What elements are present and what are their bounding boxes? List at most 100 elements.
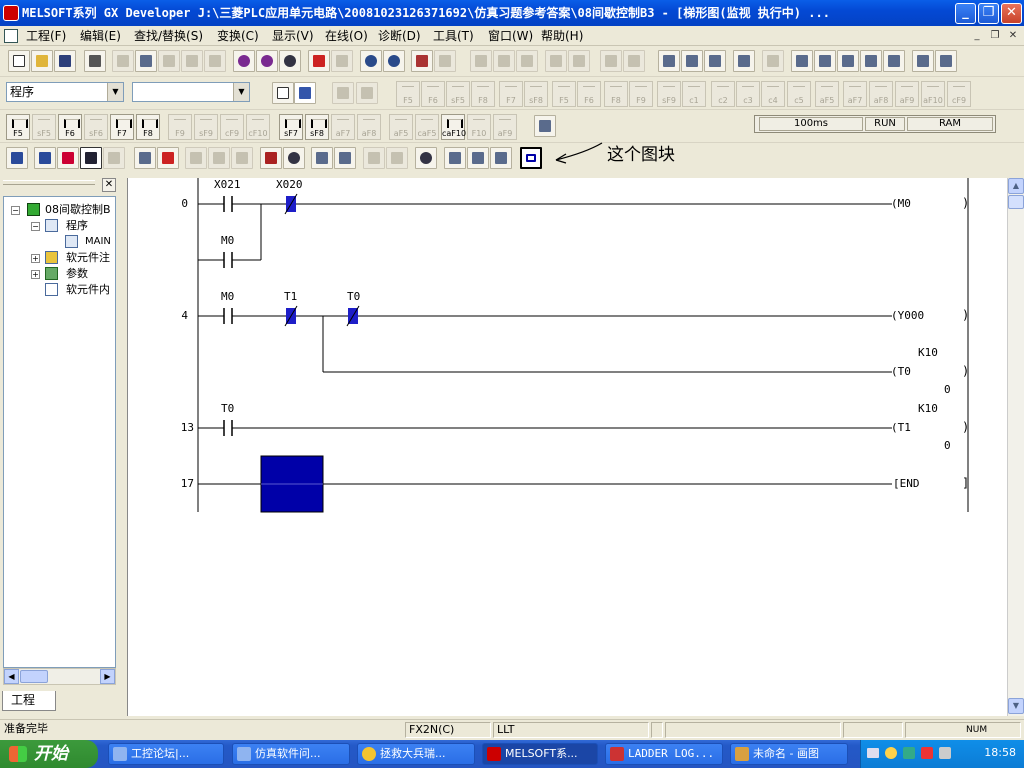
toolbar-r4-13-icon[interactable]: [311, 147, 333, 169]
fkey-r2-11[interactable]: c1: [682, 81, 706, 107]
copy-icon[interactable]: [135, 50, 157, 72]
task-sim-software[interactable]: 仿真软件问...: [232, 743, 350, 765]
write-plc-icon[interactable]: [308, 50, 330, 72]
read-plc-icon[interactable]: [331, 50, 353, 72]
toolbar-ext-1-icon[interactable]: [470, 50, 492, 72]
tree-main[interactable]: MAIN: [85, 235, 111, 249]
fkey-r3-2[interactable]: F6: [58, 114, 82, 140]
toolbar-r4-20-icon[interactable]: [490, 147, 512, 169]
toolbar-r4-7-icon[interactable]: [157, 147, 179, 169]
menu-view[interactable]: 显示(V): [272, 28, 314, 44]
toolbar-ext-5-icon[interactable]: [568, 50, 590, 72]
close-button[interactable]: ✕: [1001, 3, 1022, 24]
paste-icon[interactable]: [158, 50, 180, 72]
menu-tools[interactable]: 工具(T): [433, 28, 474, 44]
ladder-diagram[interactable]: 0 X021 X020 (M0 ) M0 4 M0 T1 T0 (Y000 ): [127, 178, 1007, 716]
task-paint[interactable]: 未命名 - 画图: [730, 743, 848, 765]
toolbar-ext-13-icon[interactable]: [791, 50, 813, 72]
fkey-r3-7[interactable]: sF9: [194, 114, 218, 140]
menu-project[interactable]: 工程(F): [26, 28, 66, 44]
mdi-minimize-button[interactable]: _: [970, 29, 984, 43]
keyboard-icon[interactable]: [867, 748, 879, 758]
toolbar-ext-17-icon[interactable]: [883, 50, 905, 72]
toolbar-r4-14-icon[interactable]: [334, 147, 356, 169]
scroll-down-icon[interactable]: ▼: [1008, 698, 1024, 714]
fkey-r2-2[interactable]: sF5: [446, 81, 470, 107]
program-combo[interactable]: 程序 ▼: [6, 82, 124, 102]
toolbar-ext-14-icon[interactable]: [814, 50, 836, 72]
transfer-icon[interactable]: [534, 115, 556, 137]
comment-edit-icon[interactable]: [272, 82, 294, 104]
task-forum[interactable]: 工控论坛|...: [108, 743, 224, 765]
toolbar-r4-5-icon[interactable]: [103, 147, 125, 169]
toolbar-r4-6-icon[interactable]: [134, 147, 156, 169]
fkey-r2-8[interactable]: F8: [604, 81, 628, 107]
toolbar-ext-8-icon[interactable]: [658, 50, 680, 72]
ladder-canvas[interactable]: 0 X021 X020 (M0 ) M0 4 M0 T1 T0 (Y000 ): [128, 178, 1008, 716]
toolbar-r4-17-icon[interactable]: [415, 147, 437, 169]
fkey-r2-14[interactable]: c4: [761, 81, 785, 107]
scroll-right-icon[interactable]: ▶: [100, 669, 115, 684]
fkey-r3-9[interactable]: cF10: [246, 114, 270, 140]
monitor-stop-icon[interactable]: [383, 50, 405, 72]
undo-icon[interactable]: [181, 50, 203, 72]
step-search-icon[interactable]: [279, 50, 301, 72]
vscroll-thumb[interactable]: [1008, 195, 1024, 209]
toolbar-ext-2-icon[interactable]: [493, 50, 515, 72]
tree-hscrollbar[interactable]: ◀ ▶: [3, 668, 116, 685]
device-search-icon[interactable]: [233, 50, 255, 72]
app-icon[interactable]: [3, 5, 19, 21]
menu-diagnose[interactable]: 诊断(D): [378, 28, 421, 44]
minimize-button[interactable]: _: [955, 3, 976, 24]
start-button[interactable]: 开始: [0, 740, 98, 768]
task-ladder-logic[interactable]: LADDER LOG...: [605, 743, 723, 765]
fkey-r3-13[interactable]: aF8: [357, 114, 381, 140]
fkey-r3-14[interactable]: aF5: [389, 114, 413, 140]
tree-device-memory[interactable]: 软元件内: [66, 283, 110, 297]
network-icon[interactable]: [903, 747, 915, 759]
print-icon[interactable]: [84, 50, 106, 72]
fkey-r3-18[interactable]: aF9: [493, 114, 517, 140]
toolbar-ext-16-icon[interactable]: [860, 50, 882, 72]
toolbar-r4-2-icon[interactable]: [34, 147, 56, 169]
toolbar-r4-4-icon[interactable]: [80, 147, 102, 169]
project-tab[interactable]: 工程: [2, 691, 56, 711]
menu-help[interactable]: 帮助(H): [541, 28, 583, 44]
toolbar-r4-18-icon[interactable]: [444, 147, 466, 169]
tree-comments[interactable]: 软元件注: [66, 251, 110, 265]
entry-monitor-icon[interactable]: [434, 50, 456, 72]
fkey-r2-13[interactable]: c3: [736, 81, 760, 107]
menu-edit[interactable]: 编辑(E): [80, 28, 121, 44]
sun-icon[interactable]: [885, 747, 897, 759]
ladder-vscrollbar[interactable]: ▲ ▼: [1007, 178, 1024, 716]
toolbar-r4-9-icon[interactable]: [208, 147, 230, 169]
toolbar-ext-4-icon[interactable]: [545, 50, 567, 72]
scroll-left-icon[interactable]: ◀: [4, 669, 19, 684]
combo-arrow-icon[interactable]: ▼: [233, 83, 249, 101]
collapse-icon[interactable]: −: [11, 206, 20, 215]
fkey-r3-11[interactable]: sF8: [305, 114, 329, 140]
fkey-r2-5[interactable]: sF8: [524, 81, 548, 107]
fkey-r3-12[interactable]: aF7: [331, 114, 355, 140]
toolbar-r4-1-icon[interactable]: [6, 147, 28, 169]
fkey-r2-17[interactable]: aF7: [843, 81, 867, 107]
toolbar-r4-11-icon[interactable]: [260, 147, 282, 169]
fkey-r3-10[interactable]: sF7: [279, 114, 303, 140]
toolbar-ext-15-icon[interactable]: [837, 50, 859, 72]
fkey-r2-20[interactable]: aF10: [921, 81, 945, 107]
toolbar-r4-8-icon[interactable]: [185, 147, 207, 169]
maximize-button[interactable]: ❐: [978, 3, 999, 24]
highlighted-block-icon[interactable]: [520, 147, 542, 169]
sfc-view-icon[interactable]: [356, 82, 378, 104]
new-file-icon[interactable]: [8, 50, 30, 72]
fkey-r3-1[interactable]: sF5: [32, 114, 56, 140]
fkey-r2-4[interactable]: F7: [499, 81, 523, 107]
task-saving-soldier[interactable]: 拯救大兵瑞...: [357, 743, 475, 765]
toolbar-r4-10-icon[interactable]: [231, 147, 253, 169]
open-folder-icon[interactable]: [31, 50, 53, 72]
fkey-r2-12[interactable]: c2: [711, 81, 735, 107]
combo-arrow-icon[interactable]: ▼: [107, 83, 123, 101]
fkey-r2-0[interactable]: F5: [396, 81, 420, 107]
fkey-r2-19[interactable]: aF9: [895, 81, 919, 107]
batch-monitor-icon[interactable]: [411, 50, 433, 72]
